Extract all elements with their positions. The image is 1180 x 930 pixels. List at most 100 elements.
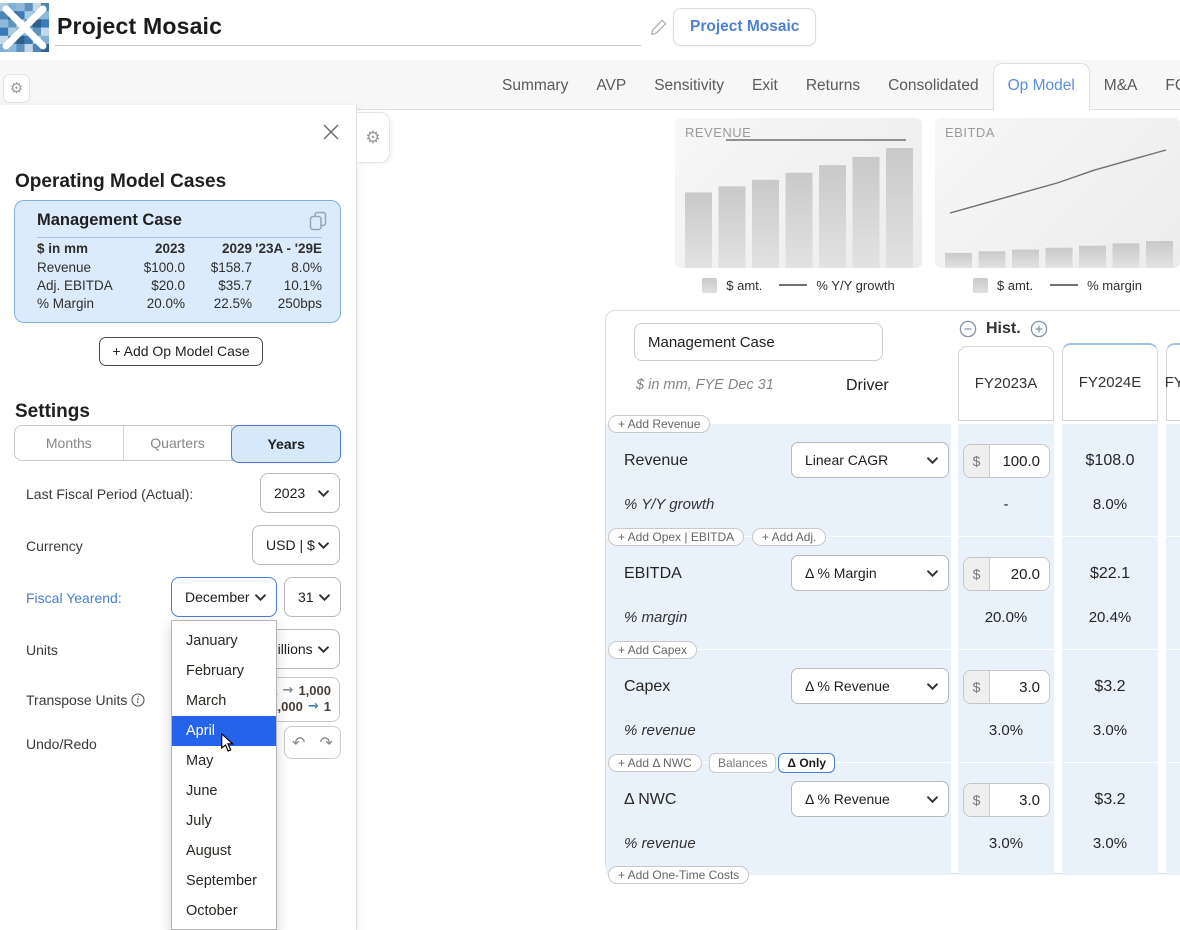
settings-gear-button[interactable]: ⚙ (3, 74, 30, 103)
month-option-january[interactable]: January (172, 626, 276, 656)
undo-redo-label: Undo/Redo (26, 736, 97, 752)
fiscal-day-value: 31 (298, 589, 314, 605)
fy2024-value: $3.2 (1062, 678, 1158, 696)
copy-icon[interactable] (308, 210, 328, 232)
month-option-october[interactable]: October (172, 896, 276, 926)
month-option-june[interactable]: June (172, 776, 276, 806)
month-option-july[interactable]: July (172, 806, 276, 836)
close-panel-icon[interactable] (320, 121, 342, 143)
chevron-down-icon (927, 683, 938, 690)
add-hist-button[interactable] (1030, 320, 1048, 338)
value-input[interactable] (990, 445, 1049, 477)
driver-select[interactable]: Linear CAGR (791, 442, 949, 478)
fy2024-value: $22.1 (1062, 565, 1158, 583)
mouse-cursor (220, 733, 234, 752)
value-input[interactable] (990, 784, 1049, 816)
sub-metric-label: % revenue (624, 722, 696, 739)
period-option-quarters[interactable]: Quarters (124, 426, 233, 460)
fiscal-yearend-label: Fiscal Yearend: (26, 590, 122, 606)
app-header: Project Mosaic Project Mosaic (0, 0, 1180, 60)
undo-icon[interactable]: ↶ (292, 735, 305, 751)
info-icon[interactable]: i (131, 693, 145, 707)
driver-select[interactable]: Δ % Margin (791, 555, 949, 591)
period-toggle: Months Quarters Years (14, 425, 341, 461)
currency-prefix: $ (964, 784, 990, 816)
month-option-november[interactable]: November (172, 926, 276, 930)
currency-select[interactable]: USD | $ (252, 525, 340, 565)
month-option-september[interactable]: September (172, 866, 276, 896)
add-op-model-case-button[interactable]: + Add Op Model Case (99, 337, 263, 366)
edit-pencil-icon[interactable] (648, 16, 670, 38)
section-band (958, 537, 1054, 649)
model-section-3: + Add Δ NWCBalancesΔ OnlyΔ NWCΔ % Revenu… (606, 763, 1180, 875)
legend-label: $ amt. (997, 278, 1033, 293)
section-band (606, 537, 951, 649)
tab-sensitivity[interactable]: Sensitivity (640, 63, 738, 110)
model-section-0: + Add RevenueRevenueLinear CAGR$$108.0% … (606, 424, 1180, 536)
fiscal-day-select[interactable]: 31 (284, 577, 341, 617)
tab-op-model[interactable]: Op Model (993, 63, 1090, 111)
case-card-header-row: $ in mm20232029'23A - '29E (15, 241, 340, 256)
case-card-title: Management Case (37, 211, 182, 230)
case-card-row: Adj. EBITDA$20.0$35.710.1% (15, 278, 340, 293)
fy2023-sub-value: - (958, 496, 1054, 513)
tab-m-a[interactable]: M&A (1090, 63, 1152, 110)
section-band (958, 650, 1054, 762)
month-option-march[interactable]: March (172, 686, 276, 716)
fy2024-sub-value: 3.0% (1062, 722, 1158, 739)
driver-select[interactable]: Δ % Revenue (791, 668, 949, 704)
add-chip[interactable]: + Add Opex | EBITDA (608, 528, 744, 546)
case-card-cell: 10.1% (240, 278, 322, 293)
period-option-months[interactable]: Months (15, 426, 124, 460)
month-option-february[interactable]: February (172, 656, 276, 686)
driver-select[interactable]: Δ % Revenue (791, 781, 949, 817)
case-card-cell: 2023 (115, 241, 185, 256)
section-band (1062, 650, 1158, 762)
settings-heading: Settings (15, 401, 90, 423)
column-header-fy2024e: FY2024E (1062, 343, 1158, 421)
tab-fcf[interactable]: FCF (1151, 63, 1180, 110)
case-card-cell: Revenue (37, 260, 91, 275)
panel-gear-tab[interactable]: ⚙ (357, 112, 390, 163)
tab-returns[interactable]: Returns (792, 63, 874, 110)
fy2024-sub-value: 8.0% (1062, 496, 1158, 513)
tab-exit[interactable]: Exit (738, 63, 792, 110)
nwc-toggle-option[interactable]: Δ Only (778, 753, 835, 773)
fy2024-sub-value: 20.4% (1062, 609, 1158, 626)
add-chip[interactable]: + Add Revenue (608, 415, 710, 433)
last-fiscal-select[interactable]: 2023 (260, 473, 340, 513)
svg-text:i: i (137, 696, 140, 706)
period-option-years[interactable]: Years (231, 425, 341, 463)
value-input[interactable] (990, 558, 1049, 590)
legend-label: % margin (1087, 278, 1142, 293)
tab-avp[interactable]: AVP (582, 63, 640, 110)
column-header-fy2025e: FY2025E (1166, 343, 1180, 421)
management-case-card[interactable]: Management Case $ in mm20232029'23A - '2… (14, 200, 341, 323)
legend-label: $ amt. (726, 278, 762, 293)
tab-summary[interactable]: Summary (488, 63, 582, 110)
case-name-input[interactable] (634, 323, 883, 361)
tab-consolidated[interactable]: Consolidated (874, 63, 992, 110)
model-section-2: + Add CapexCapexΔ % Revenue$$3.2% revenu… (606, 650, 1180, 762)
sub-metric-label: % margin (624, 609, 687, 626)
add-chip[interactable]: + Add Δ NWC (608, 754, 702, 772)
remove-hist-button[interactable] (959, 320, 977, 338)
value-input[interactable] (990, 671, 1049, 703)
app-logo-icon (0, 3, 49, 52)
month-option-august[interactable]: August (172, 836, 276, 866)
redo-icon[interactable]: ↷ (320, 735, 333, 751)
row-label: Δ NWC (624, 791, 676, 809)
fiscal-month-select[interactable]: December (171, 577, 277, 617)
add-chip[interactable]: + Add Adj. (752, 528, 826, 546)
chevron-down-icon (318, 542, 329, 549)
undo-redo-buttons: ↶ ↷ (284, 726, 341, 759)
project-title-field[interactable]: Project Mosaic (55, 7, 641, 46)
section-band (1062, 763, 1158, 875)
chevron-down-icon (927, 570, 938, 577)
nwc-toggle-option[interactable]: Balances (709, 753, 776, 773)
revenue-chart-card: REVENUE (675, 118, 922, 268)
add-one-time-costs-chip[interactable]: + Add One-Time Costs (608, 866, 749, 884)
value-input-group: $ (963, 557, 1050, 591)
add-chip[interactable]: + Add Capex (608, 641, 697, 659)
project-mosaic-button[interactable]: Project Mosaic (673, 8, 816, 46)
